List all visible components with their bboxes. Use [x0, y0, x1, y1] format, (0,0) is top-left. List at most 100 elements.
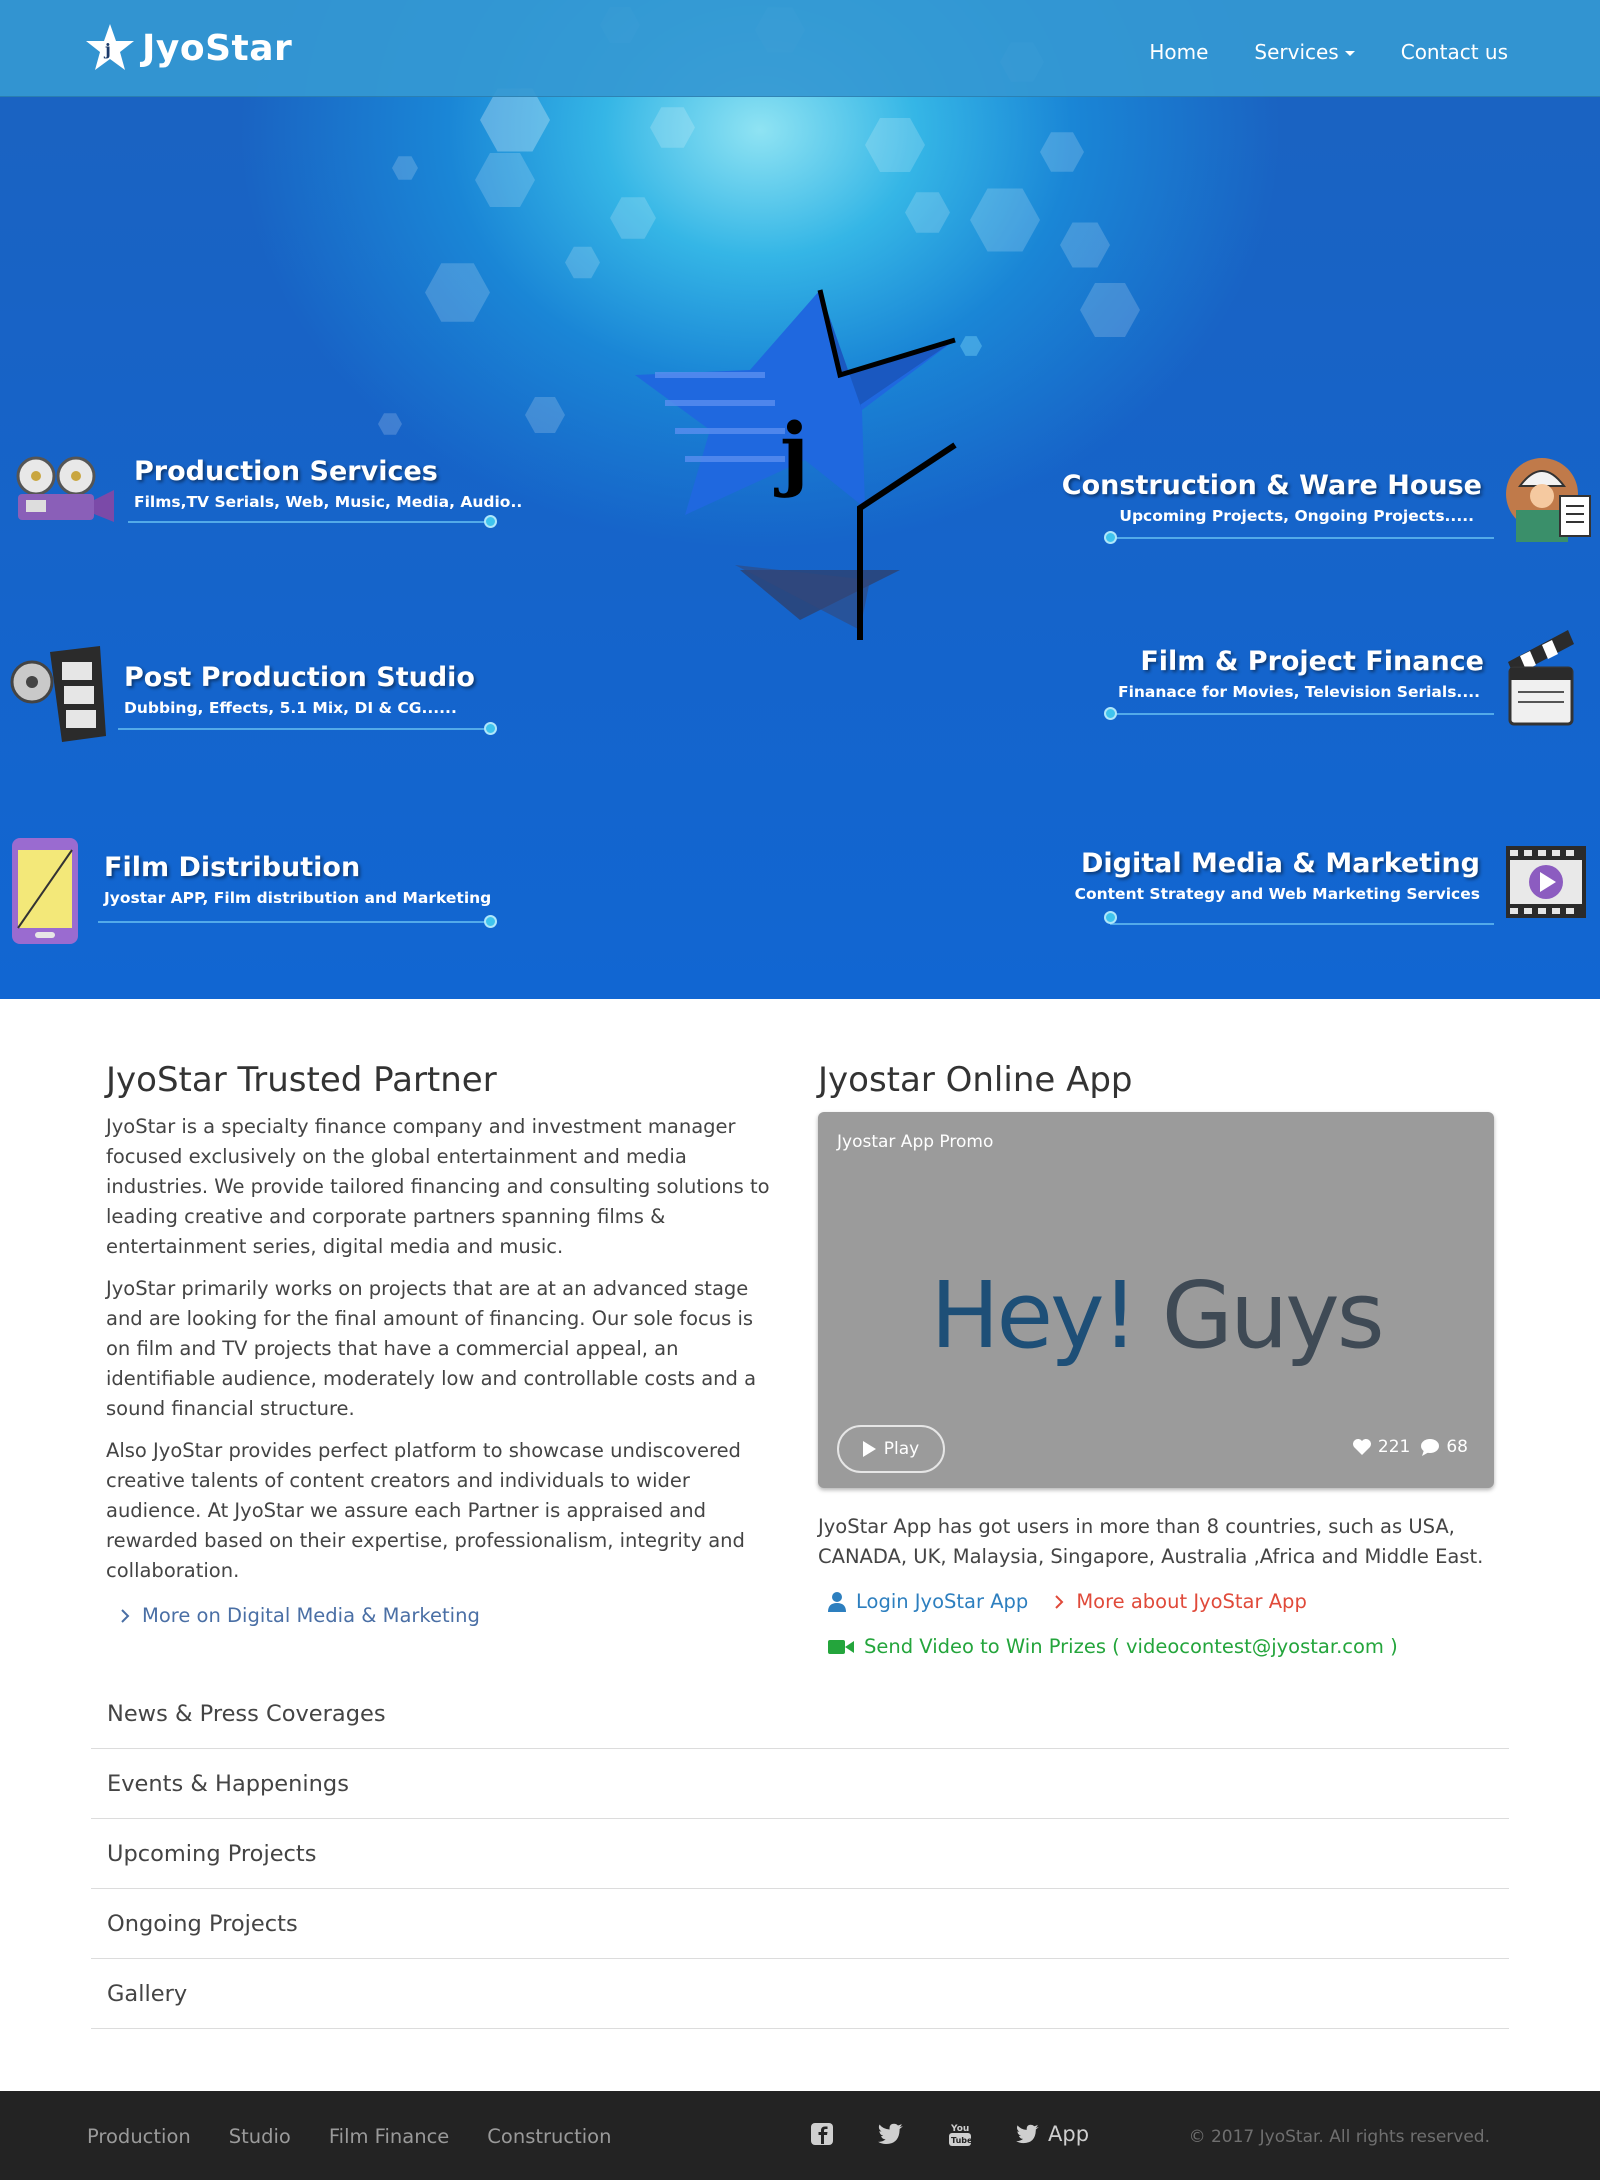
service-dot: [1104, 707, 1117, 720]
clapperboard-icon: [1504, 628, 1576, 731]
footer: Production Studio Film Finance Construct…: [0, 2091, 1600, 2180]
service-subtitle: Dubbing, Effects, 5.1 Mix, DI & CG......: [124, 699, 457, 717]
footer-app-label: App: [1048, 2122, 1090, 2146]
film-reel-icon: [10, 644, 106, 749]
brand-logo[interactable]: j JyoStar: [84, 22, 292, 74]
service-construction[interactable]: Construction & Ware House Upcoming Proje…: [1062, 470, 1482, 525]
video-contest-link[interactable]: Send Video to Win Prizes ( videocontest@…: [828, 1635, 1494, 1658]
service-underline: [1110, 537, 1494, 539]
service-underline: [128, 521, 490, 523]
chevron-right-icon: [1055, 1594, 1064, 1609]
service-underline: [1110, 713, 1494, 715]
service-title: Film & Project Finance: [1140, 646, 1484, 677]
partner-paragraph: JyoStar primarily works on projects that…: [106, 1277, 757, 1420]
footer-links: Production Studio Film Finance Construct…: [87, 2125, 611, 2148]
service-digital-media[interactable]: Digital Media & Marketing Content Strate…: [1075, 848, 1480, 903]
partner-paragraph: Also JyoStar provides perfect platform t…: [106, 1439, 745, 1582]
star-j-logo-icon: j: [86, 24, 134, 70]
footer-link-production[interactable]: Production: [87, 2125, 191, 2148]
accordion-gallery[interactable]: Gallery: [91, 1959, 1509, 2029]
user-icon: [828, 1591, 846, 1612]
service-subtitle: Upcoming Projects, Ongoing Projects.....: [1119, 507, 1474, 525]
service-underline: [98, 921, 490, 923]
heart-icon[interactable]: [1352, 1438, 1372, 1456]
footer-app-link[interactable]: App: [1016, 2122, 1089, 2146]
more-digital-media-label: More on Digital Media & Marketing: [142, 1604, 480, 1627]
footer-link-construction[interactable]: Construction: [487, 2125, 611, 2148]
app-links: Login JyoStar App More about JyoStar App: [828, 1590, 1494, 1613]
service-title: Digital Media & Marketing: [1080, 848, 1480, 879]
partner-title: JyoStar Trusted Partner: [106, 1060, 497, 1100]
nav-services[interactable]: Services: [1254, 40, 1355, 64]
likes-count: 221: [1377, 1437, 1411, 1457]
video-text-part2: Guys: [1161, 1262, 1385, 1369]
video-camera-icon: [828, 1639, 854, 1654]
service-dot: [1104, 911, 1117, 924]
play-button[interactable]: Play: [837, 1425, 945, 1473]
center-star-logo-icon: j: [635, 289, 957, 640]
chevron-right-icon: [121, 1608, 130, 1623]
more-about-app-label: More about JyoStar App: [1076, 1590, 1307, 1613]
service-underline: [118, 728, 490, 730]
accordion-news[interactable]: News & Press Coverages: [91, 1679, 1509, 1749]
app-title: Jyostar Online App: [818, 1060, 1133, 1100]
play-icon: [862, 1441, 876, 1457]
login-app-label: Login JyoStar App: [856, 1590, 1029, 1613]
service-title: Post Production Studio: [124, 662, 475, 693]
video-player[interactable]: Jyostar App Promo Hey! Guys Play 221 68: [818, 1112, 1494, 1488]
info-accordion: News & Press Coverages Events & Happenin…: [91, 1679, 1509, 2029]
footer-copyright: © 2017 JyoStar. All rights reserved.: [1188, 2127, 1490, 2147]
mobile-phone-icon: [10, 836, 80, 951]
nav-contact[interactable]: Contact us: [1401, 40, 1508, 64]
youtube-icon[interactable]: You Tube: [948, 2121, 972, 2147]
service-post-production[interactable]: Post Production Studio Dubbing, Effects,…: [124, 662, 475, 717]
twitter-icon: [1016, 2124, 1039, 2144]
service-production[interactable]: Production Services Films,TV Serials, We…: [134, 456, 522, 511]
footer-link-studio[interactable]: Studio: [229, 2125, 291, 2148]
footer-social: You Tube App: [810, 2121, 1089, 2147]
service-subtitle: Content Strategy and Web Marketing Servi…: [1074, 885, 1480, 903]
facebook-icon[interactable]: [810, 2122, 834, 2146]
navbar: j JyoStar Home Services Contact us: [0, 0, 1600, 97]
comment-icon[interactable]: [1420, 1438, 1440, 1456]
accordion-ongoing-projects[interactable]: Ongoing Projects: [91, 1889, 1509, 1959]
service-subtitle: Finanace for Movies, Television Serials.…: [1117, 683, 1480, 701]
video-title: Jyostar App Promo: [837, 1132, 994, 1152]
more-about-app-link[interactable]: More about JyoStar App: [1054, 1590, 1307, 1613]
video-frame-text: Hey! Guys: [818, 1262, 1494, 1369]
accordion-upcoming-projects[interactable]: Upcoming Projects: [91, 1819, 1509, 1889]
login-app-link[interactable]: Login JyoStar App: [828, 1590, 1028, 1613]
service-dot: [1104, 531, 1117, 544]
service-title: Construction & Ware House: [1061, 470, 1482, 501]
nav-home[interactable]: Home: [1149, 40, 1208, 64]
twitter-icon[interactable]: [878, 2123, 904, 2145]
video-text-part1: Hey!: [930, 1262, 1138, 1369]
chevron-down-icon: [1344, 51, 1355, 56]
nav-services-label: Services: [1254, 40, 1339, 64]
hero-banner: j Production Services Films,TV Serials, …: [0, 0, 1600, 999]
play-label: Play: [883, 1439, 920, 1459]
brand-name: JyoStar: [142, 27, 293, 69]
center-logo-letter: j: [774, 405, 809, 499]
partner-section: JyoStar Trusted Partner JyoStar is a spe…: [106, 1060, 782, 1627]
service-dot: [484, 515, 497, 528]
film-projector-icon: [12, 456, 116, 531]
service-subtitle: Jyostar APP, Film distribution and Marke…: [104, 889, 492, 907]
comments-count: 68: [1446, 1437, 1468, 1457]
svg-text:Tube: Tube: [951, 2136, 972, 2145]
video-stats: 221 68: [1352, 1437, 1468, 1457]
service-dot: [484, 915, 497, 928]
engineer-icon: [1506, 456, 1592, 549]
service-distribution[interactable]: Film Distribution Jyostar APP, Film dist…: [104, 852, 491, 907]
service-finance[interactable]: Film & Project Finance Finanace for Movi…: [1118, 646, 1484, 701]
svg-text:j: j: [103, 40, 111, 59]
footer-link-film-finance[interactable]: Film Finance: [329, 2125, 449, 2148]
accordion-events[interactable]: Events & Happenings: [91, 1749, 1509, 1819]
service-title: Production Services: [134, 456, 438, 487]
service-title: Film Distribution: [104, 852, 361, 883]
video-player-icon: [1504, 844, 1588, 925]
svg-text:You: You: [950, 2124, 969, 2134]
app-section: Jyostar Online App Jyostar App Promo Hey…: [818, 1060, 1494, 1658]
more-digital-media-link[interactable]: More on Digital Media & Marketing: [120, 1604, 782, 1627]
video-contest-label: Send Video to Win Prizes ( videocontest@…: [864, 1635, 1398, 1658]
